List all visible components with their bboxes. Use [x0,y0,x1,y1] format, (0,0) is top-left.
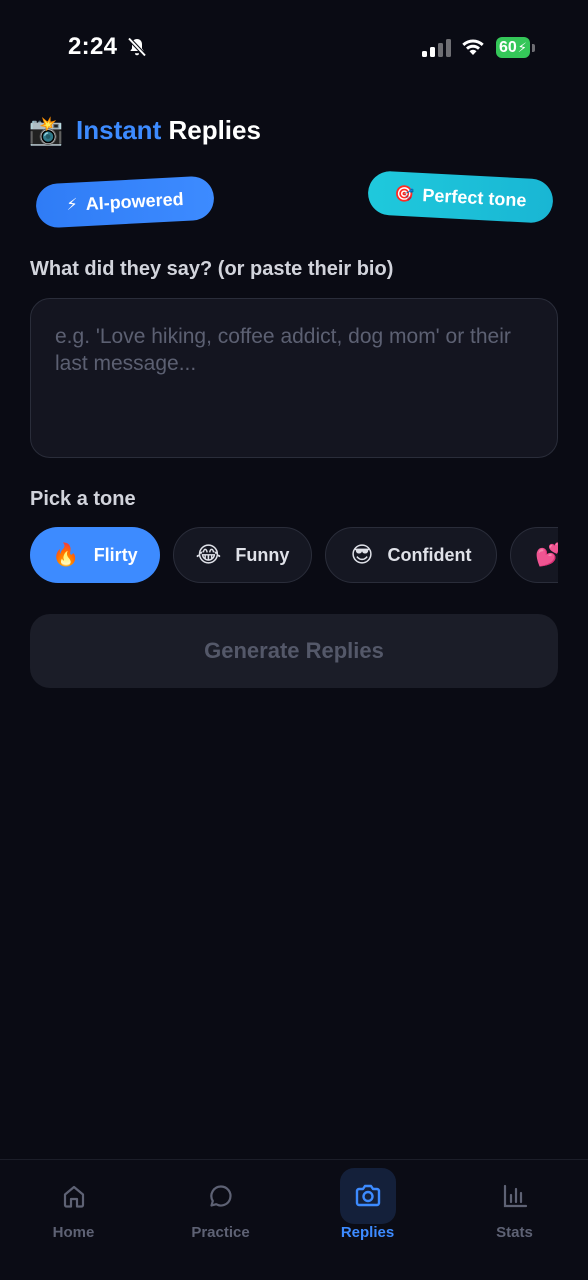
bar-chart-icon [503,1184,527,1208]
perfect-tone-label: Perfect tone [421,184,527,210]
title-rest: Replies [168,114,261,145]
tone-chip-label: Flirty [93,544,138,565]
status-time: 2:24 [68,33,118,60]
perfect-tone-badge: 🎯 Perfect tone [366,170,555,224]
status-bar: 2:24 60 ⚡ [0,0,588,96]
sunglasses-face-icon: 😎 [350,542,374,567]
tone-picker: 🔥 Flirty 😂 Funny 😎 Confident 💕 [30,527,558,585]
nav-item-practice[interactable]: Practice [147,1168,294,1248]
nav-label-replies: Replies [340,1224,395,1241]
message-input-placeholder: e.g. 'Love hiking, coffee addict, dog mo… [55,325,511,375]
nav-label-home: Home [52,1224,95,1241]
page-title: Instant Replies [76,115,261,146]
camera-flash-icon: 📸 [28,114,64,146]
message-input[interactable]: e.g. 'Love hiking, coffee addict, dog mo… [30,298,558,458]
nav-item-home[interactable]: Home [0,1168,147,1248]
tone-picker-label: Pick a tone [30,488,136,510]
replies-screen: 2:24 60 ⚡ 📸 Instant Replies ⚡ AI-powered… [0,0,588,1280]
nav-label-practice: Practice [191,1224,250,1241]
battery-level: 60 [499,38,517,56]
laughing-face-icon: 😂 [195,542,222,567]
tone-chip-label: Funny [235,544,290,565]
lightning-icon: ⚡ [66,196,79,215]
nav-icon-wrap [339,1168,396,1224]
camera-icon [355,1184,380,1207]
tone-chip-flirty[interactable]: 🔥 Flirty [30,527,160,583]
charging-icon: ⚡ [517,39,527,55]
nav-icon-wrap [46,1168,102,1224]
ai-powered-label: AI-powered [85,188,185,214]
nav-icon-wrap [193,1168,249,1224]
nav-item-replies[interactable]: Replies [294,1168,441,1248]
tone-chip-romantic[interactable]: 💕 [510,527,558,583]
generate-replies-button[interactable]: Generate Replies [30,614,558,688]
home-icon [63,1185,84,1208]
page-header: 📸 Instant Replies [28,110,261,150]
fire-icon: 🔥 [52,542,80,567]
ai-powered-badge: ⚡ AI-powered [34,175,216,229]
two-hearts-icon: 💕 [535,542,558,567]
bottom-nav: Home Practice Replies Stats [0,1159,588,1280]
wifi-icon [462,39,484,55]
tone-chip-confident[interactable]: 😎 Confident [325,527,497,583]
tone-chip-funny[interactable]: 😂 Funny [173,527,312,583]
battery-indicator: 60 ⚡ [496,37,530,58]
nav-icon-wrap [487,1168,543,1224]
chat-bubble-icon [209,1185,232,1207]
tone-chip-label: Confident [387,544,472,565]
nav-label-stats: Stats [496,1224,533,1241]
title-accent: Instant [76,114,162,145]
nav-item-stats[interactable]: Stats [441,1168,588,1248]
bell-muted-icon [127,37,147,57]
target-icon: 🎯 [394,185,415,204]
battery-tip [532,44,535,52]
cellular-signal-icon [422,39,451,57]
message-input-label: What did they say? (or paste their bio) [30,258,394,280]
